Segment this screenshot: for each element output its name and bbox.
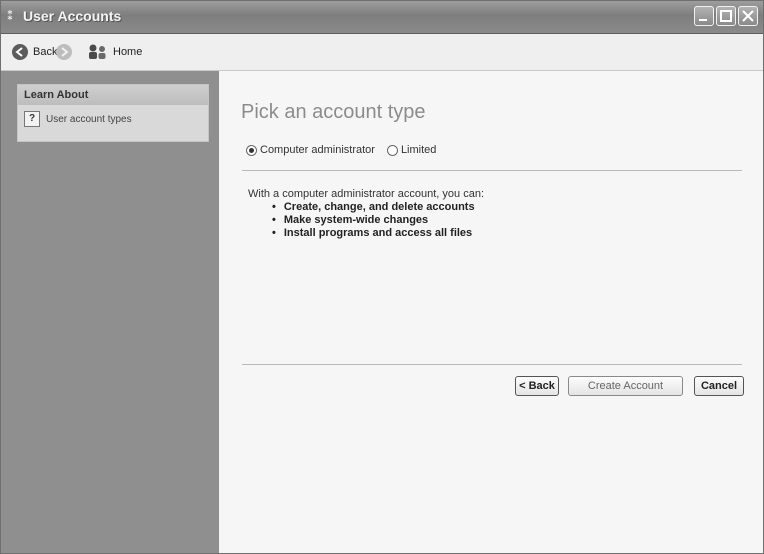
title-bar: ⁑ User Accounts [1,1,763,34]
forward-arrow-icon [56,44,72,60]
limited-option[interactable]: Limited [386,144,437,156]
page-title: Pick an account type [241,101,426,123]
create-account-button[interactable]: Create Account [568,376,683,396]
maximize-button[interactable] [716,6,736,26]
limited-label: Limited [400,144,437,156]
help-book-icon: ? [24,111,40,127]
back-button[interactable]: < Back [515,376,559,396]
task-pane: Learn About ? User account types [1,71,219,553]
maximize-icon [720,10,732,22]
home-nav-label: Home [113,46,143,58]
user-accounts-icon: ⁑ [7,9,14,23]
minimize-icon [699,19,707,21]
list-item: Make system-wide changes [272,214,475,227]
cancel-button[interactable]: Cancel [694,376,744,396]
main-content: Pick an account type Computer administra… [220,71,763,553]
users-home-icon [89,44,106,59]
close-button[interactable] [738,6,758,26]
toolbar: Back Home [1,34,763,71]
window-title: User Accounts [23,8,122,24]
list-item: Install programs and access all files [272,227,475,240]
computer-administrator-label: Computer administrator [260,144,375,156]
back-arrow-icon [12,44,28,60]
capability-list: Create, change, and delete accounts Make… [272,201,475,240]
computer-administrator-radio[interactable] [246,144,257,156]
back-nav-label: Back [33,46,58,58]
learn-about-title: Learn About [18,85,208,105]
back-nav-button[interactable]: Back [11,42,57,62]
computer-administrator-option[interactable]: Computer administrator [246,144,375,156]
account-description: With a computer administrator account, y… [248,188,484,200]
divider [242,364,742,365]
list-item: Create, change, and delete accounts [272,201,475,214]
divider [242,170,742,171]
account-type-options: Computer administrator Limited [246,144,448,156]
learn-about-panel: Learn About ? User account types [17,84,209,142]
limited-radio[interactable] [386,144,398,156]
minimize-button[interactable] [694,6,714,26]
close-icon [742,10,754,22]
sidebar-item-label: User account types [46,113,132,125]
user-accounts-window: ⁑ User Accounts Back Home Learn About ? … [0,0,764,554]
home-nav-button[interactable]: Home [87,42,142,62]
sidebar-item-user-account-types[interactable]: ? User account types [24,111,132,127]
forward-nav-button[interactable] [55,42,73,62]
